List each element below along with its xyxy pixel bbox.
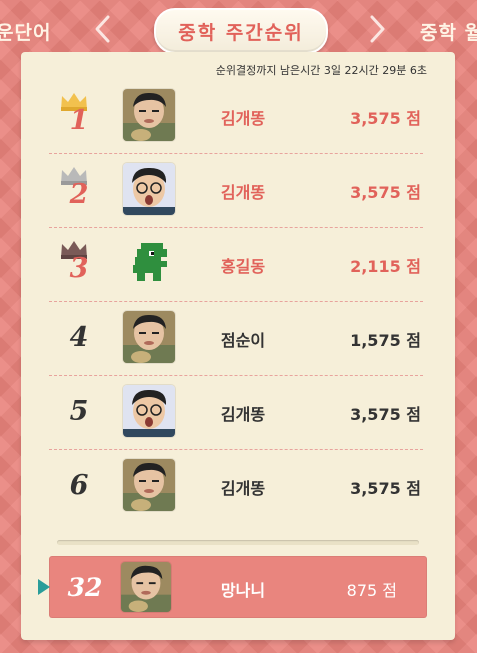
player-score: 3,575 점	[350, 479, 421, 498]
rank-number: 1	[69, 105, 89, 136]
player-score: 2,115 점	[350, 257, 421, 276]
rank-number: 6	[69, 470, 89, 501]
player-score: 3,575 점	[350, 405, 421, 424]
avatar	[123, 89, 175, 141]
avatar	[123, 237, 175, 289]
rank-number: 5	[69, 396, 89, 427]
avatar	[121, 562, 171, 612]
my-player-name: 망나니	[220, 581, 266, 600]
tab-previous-category[interactable]: 운단어	[0, 18, 51, 45]
ranking-row[interactable]: 1 김개똥 3,575 점	[49, 79, 423, 154]
ranking-row[interactable]: 6 김개똥 3,575 점	[49, 449, 423, 523]
rank-number: 3	[69, 253, 89, 284]
player-name: 김개똥	[220, 479, 266, 498]
ranking-row[interactable]: 4 점순이 1,575 점	[49, 301, 423, 376]
chevron-left-icon[interactable]	[92, 14, 114, 44]
avatar	[123, 311, 175, 363]
player-score: 3,575 점	[350, 109, 421, 128]
list-scrollbar[interactable]	[57, 540, 419, 545]
ranking-row[interactable]: 3 홍길동 2,115 점	[49, 227, 423, 302]
player-score: 3,575 점	[350, 183, 421, 202]
ranking-row[interactable]: 2 김개똥 3,575 점	[49, 153, 423, 228]
rank-number: 2	[69, 179, 89, 210]
player-name: 홍길동	[220, 257, 266, 276]
chevron-right-icon[interactable]	[366, 14, 388, 44]
player-name: 점순이	[220, 331, 266, 350]
ranking-panel: 순위결정까지 남은시간 3일 22시간 29분 6초 1 김개똥 3,575 점…	[21, 52, 455, 640]
player-score: 1,575 점	[350, 331, 421, 350]
player-name: 김개똥	[220, 183, 266, 202]
my-rank-row[interactable]: 32 망나니 875 점	[38, 556, 427, 618]
countdown-timer: 순위결정까지 남은시간 3일 22시간 29분 6초	[215, 64, 427, 77]
player-name: 김개똥	[220, 109, 266, 128]
top-navigation: 운단어 중학 주간순위 중학 월	[0, 0, 477, 60]
tab-next-category[interactable]: 중학 월	[420, 18, 477, 45]
ranking-row[interactable]: 5 김개똥 3,575 점	[49, 375, 423, 450]
avatar	[123, 385, 175, 437]
rank-number: 4	[69, 322, 89, 353]
avatar	[123, 163, 175, 215]
play-marker-icon	[37, 578, 51, 596]
player-name: 김개똥	[220, 405, 266, 424]
my-player-score: 875 점	[346, 581, 397, 600]
page-title: 중학 주간순위	[154, 8, 328, 54]
my-rank-number: 32	[67, 573, 103, 602]
avatar	[123, 459, 175, 511]
